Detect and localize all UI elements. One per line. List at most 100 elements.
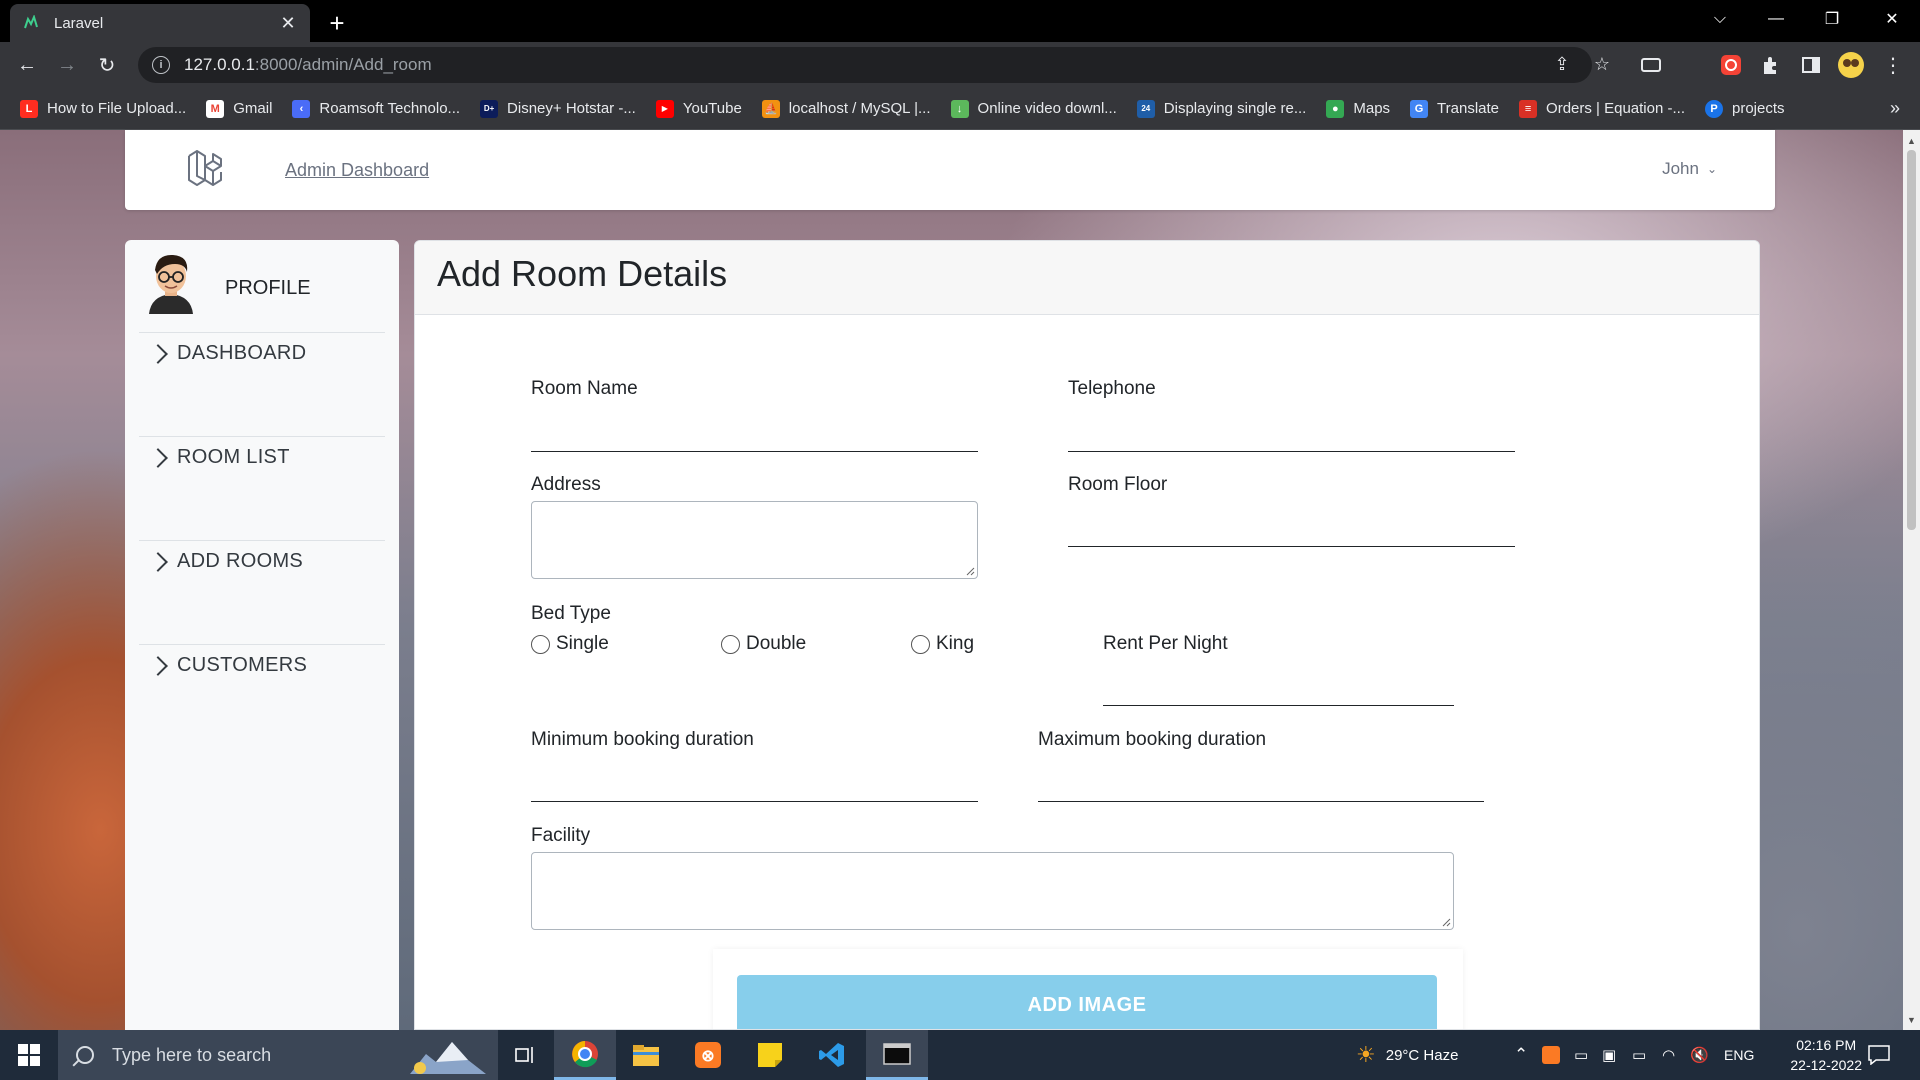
bed-type-label: Bed Type — [531, 603, 611, 624]
bookmark-item[interactable]: L How to File Upload... — [20, 99, 186, 118]
xampp-icon[interactable]: ⊗ — [680, 1030, 736, 1080]
bed-type-double-radio[interactable]: Double — [721, 633, 806, 655]
restore-icon[interactable]: ❐ — [1804, 0, 1860, 38]
admin-dashboard-link[interactable]: Admin Dashboard — [285, 160, 429, 181]
clock-time: 02:16 PM — [1796, 1037, 1857, 1053]
bookmark-item[interactable]: ⛵ localhost / MySQL |... — [761, 99, 931, 118]
sidebar-divider — [139, 332, 385, 333]
laravel-logo-icon[interactable] — [183, 146, 231, 194]
facility-label: Facility — [531, 825, 591, 846]
window-close-icon[interactable]: ✕ — [1864, 0, 1920, 38]
browser-tab[interactable]: Laravel ✕ — [10, 4, 310, 42]
bookmark-item[interactable]: M Gmail — [206, 99, 272, 118]
telephone-label: Telephone — [1068, 378, 1156, 399]
tab-search-icon[interactable]: ⌵ — [1692, 0, 1748, 38]
system-clock[interactable]: 02:16 PM 22-12-2022 — [1790, 1035, 1862, 1075]
wifi-icon[interactable]: ◠ — [1662, 1030, 1675, 1080]
sidebar-item-dashboard[interactable]: DASHBOARD — [148, 342, 306, 365]
browser-toolbar: ← → ↻ i 127.0.0.1:8000/admin/Add_room ⇪ … — [0, 42, 1920, 88]
windows-start-icon[interactable] — [0, 1030, 58, 1080]
reload-icon[interactable]: ↻ — [92, 50, 122, 80]
facility-textarea[interactable] — [531, 852, 1454, 930]
radio-circle-icon[interactable] — [911, 634, 930, 654]
extensions-puzzle-icon[interactable] — [1756, 50, 1786, 80]
bookmark-item[interactable]: ● Maps — [1326, 99, 1390, 118]
scroll-down-icon[interactable]: ▼ — [1903, 1011, 1920, 1028]
sidebar: PROFILE DASHBOARD ROOM LIST ADD ROOMS CU… — [125, 240, 399, 1030]
vscode-icon[interactable] — [804, 1030, 860, 1080]
radio-circle-icon[interactable] — [531, 634, 550, 654]
chrome-taskbar-icon[interactable] — [554, 1030, 616, 1080]
new-tab-icon[interactable]: + — [322, 8, 352, 38]
back-arrow-icon[interactable]: ← — [12, 50, 42, 80]
translate-icon: G — [1410, 99, 1429, 118]
sticky-notes-icon[interactable] — [742, 1030, 798, 1080]
sidebar-divider — [139, 644, 385, 645]
bed-type-king-radio[interactable]: King — [911, 633, 974, 655]
sidebar-item-add-rooms[interactable]: ADD ROOMS — [148, 550, 303, 573]
scrollbar-thumb[interactable] — [1907, 150, 1916, 530]
bookmark-item[interactable]: G Translate — [1410, 99, 1499, 118]
max-duration-input[interactable] — [1038, 801, 1484, 802]
sidebar-item-customers[interactable]: CUSTOMERS — [148, 654, 307, 677]
haze-sun-icon: ☀ — [1356, 1042, 1376, 1067]
image-upload-panel: ADD IMAGE — [713, 949, 1463, 1029]
resize-grip-icon[interactable] — [965, 566, 975, 576]
notifications-icon[interactable] — [1868, 1030, 1890, 1080]
top-navbar: Admin Dashboard John ⌄ — [125, 130, 1775, 210]
volume-muted-icon[interactable]: 🔇 — [1690, 1030, 1709, 1080]
forward-arrow-icon[interactable]: → — [52, 50, 82, 80]
site-info-icon[interactable]: i — [152, 56, 170, 74]
bookmark-item[interactable]: D+ Disney+ Hotstar -... — [480, 99, 636, 118]
resize-grip-icon[interactable] — [1441, 917, 1451, 927]
telephone-input[interactable] — [1068, 451, 1515, 452]
room-name-input[interactable] — [531, 451, 978, 452]
bookmark-item[interactable]: ↓ Online video downl... — [950, 99, 1117, 118]
laravel-icon: L — [20, 99, 38, 118]
sidebar-item-room-list[interactable]: ROOM LIST — [148, 446, 290, 469]
terminal-icon[interactable] — [866, 1030, 928, 1080]
task-view-icon[interactable] — [498, 1030, 554, 1080]
sidebar-profile[interactable]: PROFILE — [145, 250, 311, 314]
file-explorer-icon[interactable] — [618, 1030, 674, 1080]
camera-tray-icon[interactable]: ▣ — [1602, 1030, 1616, 1080]
language-indicator[interactable]: ENG — [1724, 1030, 1754, 1080]
add-image-button[interactable]: ADD IMAGE — [737, 975, 1437, 1029]
radio-circle-icon[interactable] — [721, 634, 740, 654]
bookmark-item[interactable]: 24 Displaying single re... — [1136, 99, 1306, 118]
bookmark-item[interactable]: ‹ Roamsoft Technolo... — [292, 99, 460, 118]
meet-now-icon[interactable]: ▭ — [1574, 1030, 1588, 1080]
bookmark-item[interactable]: Pprojects — [1705, 99, 1785, 118]
max-duration-label: Maximum booking duration — [1038, 729, 1267, 750]
battery-icon[interactable]: ▭ — [1632, 1030, 1646, 1080]
chrome-menu-icon[interactable]: ⋮ — [1878, 50, 1908, 80]
xampp-tray-icon[interactable] — [1542, 1030, 1560, 1080]
address-bar[interactable]: i 127.0.0.1:8000/admin/Add_room — [138, 47, 1592, 83]
min-duration-input[interactable] — [531, 801, 978, 802]
bookmark-item[interactable]: ≡ Orders | Equation -... — [1519, 99, 1685, 118]
page-scrollbar[interactable]: ▲ ▼ — [1903, 130, 1920, 1030]
bed-type-single-radio[interactable]: Single — [531, 633, 609, 655]
browser-tab-bar: Laravel ✕ + ⌵ — ❐ ✕ — [0, 0, 1920, 42]
minimize-icon[interactable]: — — [1748, 0, 1804, 38]
scroll-up-icon[interactable]: ▲ — [1903, 132, 1920, 149]
cast-icon[interactable] — [1636, 50, 1666, 80]
user-menu-button[interactable]: John ⌄ — [1662, 159, 1717, 179]
weather-widget[interactable]: ☀ 29°C Haze — [1356, 1030, 1458, 1080]
bookmarks-more-icon[interactable]: » — [1890, 98, 1900, 119]
profile-avatar-icon[interactable] — [1836, 50, 1866, 80]
extension-red-icon[interactable] — [1716, 50, 1746, 80]
bookmark-item[interactable]: ▶ YouTube — [655, 99, 742, 118]
chevron-down-icon: ⌄ — [1706, 162, 1717, 176]
download-icon: ↓ — [950, 99, 969, 118]
tab-close-icon[interactable]: ✕ — [278, 13, 298, 33]
page-title: Add Room Details — [437, 253, 728, 294]
share-icon[interactable]: ⇪ — [1548, 50, 1576, 78]
room-floor-input[interactable] — [1068, 546, 1515, 547]
address-textarea[interactable] — [531, 501, 978, 579]
bookmark-star-icon[interactable]: ☆ — [1588, 50, 1616, 78]
side-panel-icon[interactable] — [1796, 50, 1826, 80]
taskbar-search-box[interactable]: Type here to search — [58, 1030, 498, 1080]
show-hidden-icons-chevron-icon[interactable]: ⌃ — [1514, 1030, 1528, 1080]
rent-per-night-input[interactable] — [1103, 705, 1454, 706]
